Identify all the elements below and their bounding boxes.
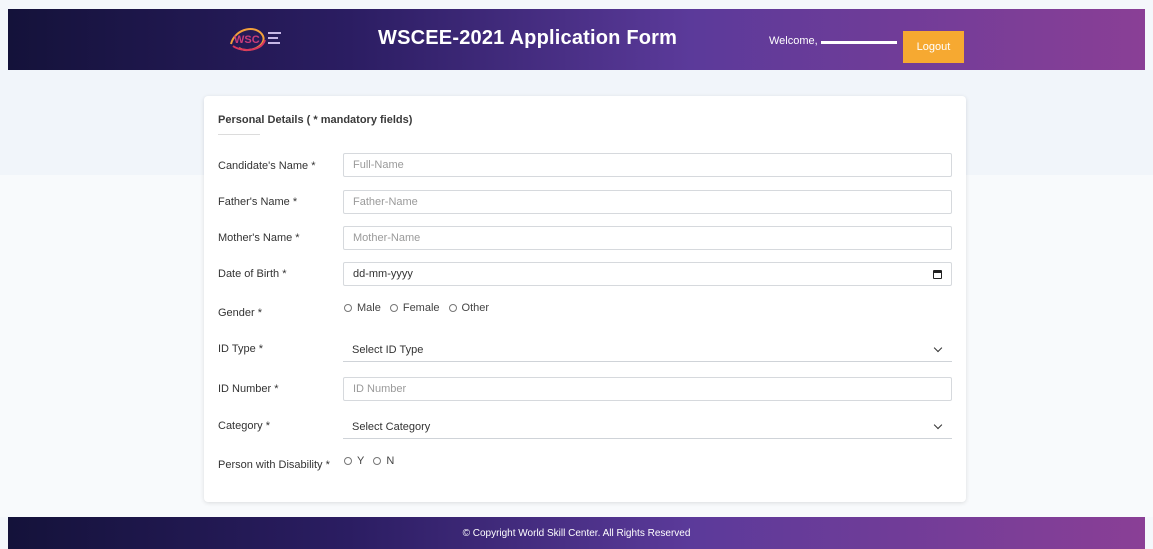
gender-option-other[interactable]: Other (448, 302, 490, 314)
gender-option-female[interactable]: Female (389, 302, 440, 314)
id-type-label: ID Type * (218, 343, 264, 355)
gender-option-label: Male (357, 302, 381, 314)
mother-name-input[interactable]: Mother-Name (343, 226, 952, 250)
id-type-selected: Select ID Type (352, 343, 424, 356)
welcome-prefix: Welcome, (769, 35, 818, 47)
candidate-name-input[interactable]: Full-Name (343, 153, 952, 177)
id-number-label: ID Number * (218, 383, 279, 395)
wsc-logo-icon: WSC (227, 22, 285, 56)
gender-option-label: Other (461, 302, 490, 314)
radio-icon[interactable] (389, 304, 398, 312)
header-bar: WSC WSCEE-2021 Application Form Welcome,… (8, 9, 1145, 70)
logout-button[interactable]: Logout (903, 31, 964, 63)
calendar-icon[interactable] (933, 269, 942, 279)
gender-label: Gender * (218, 307, 263, 319)
disability-radio-group: Y N (344, 455, 403, 467)
disability-option-label: Y (357, 455, 365, 467)
disability-option-yes[interactable]: Y (344, 455, 364, 467)
radio-icon[interactable] (344, 457, 352, 465)
id-type-select[interactable]: Select ID Type (343, 338, 952, 362)
disability-option-no[interactable]: N (373, 455, 394, 467)
chevron-down-icon (933, 420, 943, 430)
father-name-label: Father's Name * (218, 196, 298, 208)
radio-icon[interactable] (448, 304, 457, 312)
section-divider (218, 134, 260, 135)
gender-option-male[interactable]: Male (344, 302, 381, 314)
candidate-name-label: Candidate's Name * (218, 160, 316, 172)
father-name-input[interactable]: Father-Name (343, 190, 952, 214)
id-number-input[interactable]: ID Number (343, 377, 952, 401)
dob-value: dd-mm-yyyy (353, 268, 413, 280)
page-title: WSCEE-2021 Application Form (378, 27, 678, 49)
redacted-username (820, 35, 898, 47)
personal-details-card: Personal Details ( * mandatory fields) C… (204, 96, 966, 502)
radio-icon[interactable] (373, 457, 382, 465)
mother-name-label: Mother's Name * (218, 232, 300, 244)
svg-text:WSC: WSC (234, 34, 260, 46)
footer-bar: © Copyright World Skill Center. All Righ… (8, 517, 1145, 549)
dob-input[interactable]: dd-mm-yyyy (343, 262, 952, 286)
disability-option-label: N (386, 455, 395, 467)
category-select[interactable]: Select Category (343, 415, 952, 439)
category-selected: Select Category (352, 420, 431, 433)
dob-label: Date of Birth * (218, 268, 287, 280)
section-title: Personal Details ( * mandatory fields) (218, 114, 413, 126)
welcome-text: Welcome, (769, 35, 898, 47)
gender-radio-group: Male Female Other (344, 302, 498, 314)
category-label: Category * (218, 420, 270, 432)
gender-option-label: Female (402, 302, 440, 314)
disability-label: Person with Disability * (218, 459, 330, 471)
radio-icon[interactable] (344, 304, 352, 312)
copyright-text: © Copyright World Skill Center. All Righ… (462, 527, 691, 539)
chevron-down-icon (933, 343, 943, 353)
